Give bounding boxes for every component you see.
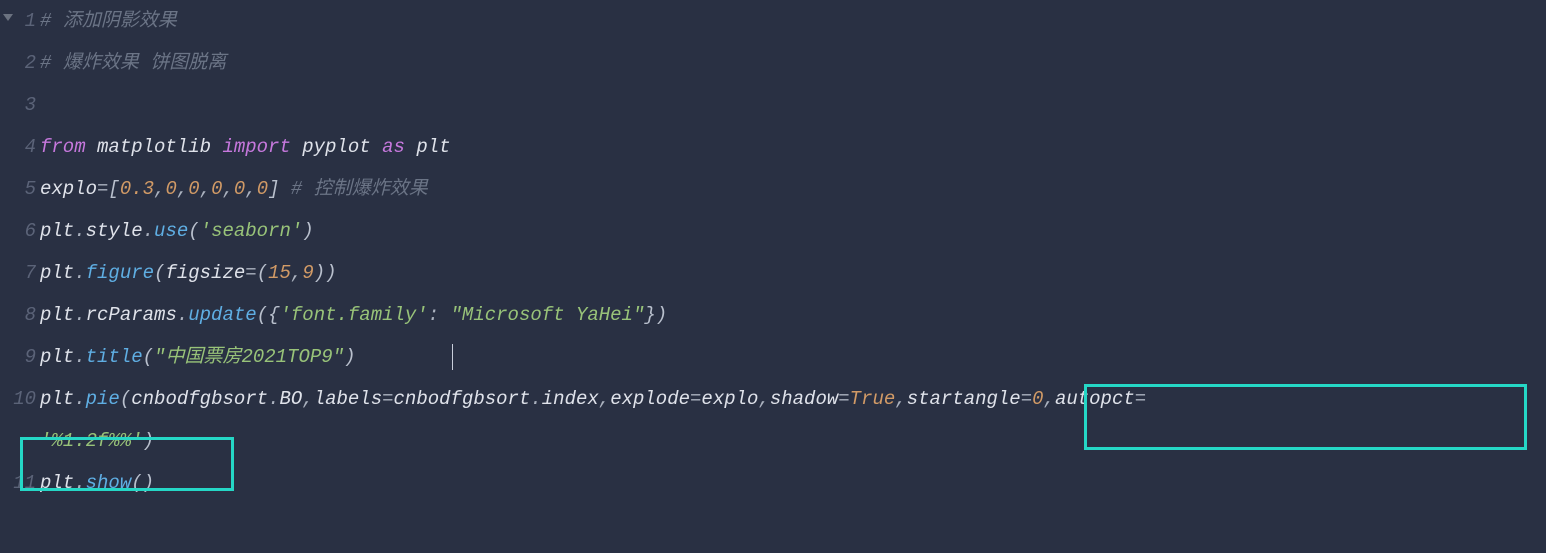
func-call: pie: [86, 388, 120, 410]
string: "Microsoft YaHei": [451, 304, 645, 326]
comment-hash: #: [40, 52, 51, 74]
line-number: 2: [0, 42, 36, 84]
code-line[interactable]: [40, 84, 1546, 126]
code-line[interactable]: explo=[0.3,0,0,0,0,0] # 控制爆炸效果: [40, 168, 1546, 210]
line-number: 7: [0, 252, 36, 294]
fold-triangle-icon[interactable]: [3, 14, 13, 21]
func-call: show: [86, 472, 132, 494]
code-line[interactable]: # 添加阴影效果: [40, 0, 1546, 42]
kwarg: labels: [314, 388, 382, 410]
line-number: 3: [0, 84, 36, 126]
kwarg: startangle: [907, 388, 1021, 410]
line-number: 11: [0, 462, 36, 504]
kwarg: autopct: [1055, 388, 1135, 410]
bool-true: True: [850, 388, 896, 410]
keyword-from: from: [40, 136, 86, 158]
line-number: 9: [0, 336, 36, 378]
line-number: 6: [0, 210, 36, 252]
number: 0: [257, 178, 268, 200]
number: 0: [188, 178, 199, 200]
code-editor[interactable]: 1 2 3 4 5 6 7 8 9 10 11 # 添加阴影效果 # 爆炸效果 …: [0, 0, 1546, 553]
line-number: 1: [0, 0, 36, 42]
code-line-wrap[interactable]: '%1.2f%%'): [40, 420, 1546, 462]
code-line[interactable]: plt.rcParams.update({'font.family': "Mic…: [40, 294, 1546, 336]
kwarg: shadow: [770, 388, 838, 410]
keyword-as: as: [382, 136, 405, 158]
string: 'font.family': [279, 304, 427, 326]
line-number: 10: [0, 378, 36, 420]
kwarg: explode: [610, 388, 690, 410]
func-call: use: [154, 220, 188, 242]
line-number: 4: [0, 126, 36, 168]
string: "中国票房2021TOP9": [154, 346, 344, 368]
module-name: matplotlib: [97, 136, 211, 158]
number: 0: [211, 178, 222, 200]
code-area[interactable]: # 添加阴影效果 # 爆炸效果 饼图脱离 from matplotlib imp…: [40, 0, 1546, 504]
code-line[interactable]: plt.show(): [40, 462, 1546, 504]
string: 'seaborn': [200, 220, 303, 242]
kwarg: figsize: [165, 262, 245, 284]
code-line[interactable]: plt.figure(figsize=(15,9)): [40, 252, 1546, 294]
number: 0: [1032, 388, 1043, 410]
comment-text: # 控制爆炸效果: [291, 178, 428, 200]
number: 0.3: [120, 178, 154, 200]
string: '%1.2f%%': [40, 430, 143, 452]
code-line[interactable]: # 爆炸效果 饼图脱离: [40, 42, 1546, 84]
code-line[interactable]: plt.title("中国票房2021TOP9"): [40, 336, 1546, 378]
var-name: explo: [40, 178, 97, 200]
text-cursor: [452, 344, 453, 370]
code-line[interactable]: plt.pie(cnbodfgbsort.BO,labels=cnbodfgbs…: [40, 378, 1546, 420]
number: 15: [268, 262, 291, 284]
func-call: title: [86, 346, 143, 368]
keyword-import: import: [222, 136, 290, 158]
number: 9: [302, 262, 313, 284]
line-number: 5: [0, 168, 36, 210]
func-call: update: [188, 304, 256, 326]
line-number: 8: [0, 294, 36, 336]
comment-text: 添加阴影效果: [63, 10, 177, 32]
line-number-gutter: 1 2 3 4 5 6 7 8 9 10 11: [0, 0, 40, 553]
code-line[interactable]: from matplotlib import pyplot as plt: [40, 126, 1546, 168]
code-line[interactable]: plt.style.use('seaborn'): [40, 210, 1546, 252]
number: 0: [165, 178, 176, 200]
number: 0: [234, 178, 245, 200]
comment-hash: #: [40, 10, 51, 32]
func-call: figure: [86, 262, 154, 284]
alias-name: plt: [416, 136, 450, 158]
comment-text: 爆炸效果 饼图脱离: [63, 52, 226, 74]
submodule-name: pyplot: [302, 136, 370, 158]
